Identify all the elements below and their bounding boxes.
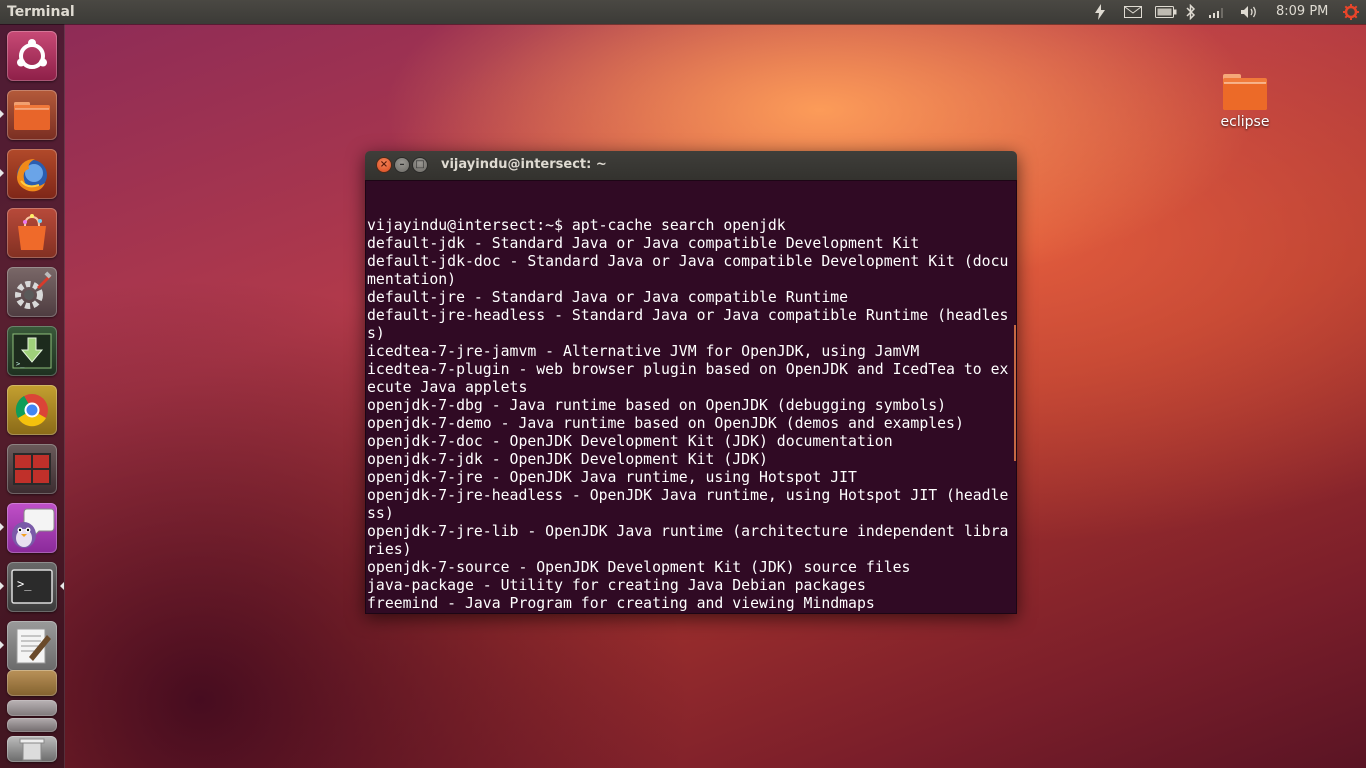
terminal-line: ecute Java applets [367,379,528,396]
trash-icon[interactable] [7,736,57,762]
minimize-icon: – [399,159,405,170]
bluetooth-icon[interactable] [1183,0,1199,24]
minimize-button[interactable]: – [395,158,409,172]
terminal-line: openjdk-7-source - OpenJDK Development K… [367,559,911,576]
system-settings-icon[interactable] [7,267,57,317]
stacked-icon[interactable] [7,718,57,732]
window-title: vijayindu@intersect: ~ [441,157,607,172]
network-icon[interactable] [1206,0,1228,24]
terminal-line: default-jre-headless - Standard Java or … [367,307,1009,324]
software-center-icon[interactable] [7,208,57,258]
terminal-line: java-package - Utility for creating Java… [367,577,866,594]
terminal-line: icedtea-7-plugin - web browser plugin ba… [367,361,1009,378]
desktop-icon-label: eclipse [1220,114,1270,130]
close-icon: × [379,159,389,170]
terminal-output[interactable]: vijayindu@intersect:~$ apt-cache search … [365,180,1017,614]
launcher: >_ >_ [0,24,65,768]
battery-icon[interactable] [1154,0,1178,24]
terminal-line: vijayindu@intersect:~$ apt-cache search … [367,217,786,234]
terminal-line: ries) [367,541,412,558]
terminal-lines: vijayindu@intersect:~$ apt-cache search … [367,217,1008,613]
terminal-line: openjdk-7-jre-headless - OpenJDK Java ru… [367,487,1009,504]
dash-home-icon[interactable] [7,31,57,81]
maximize-button[interactable]: □ [413,158,427,172]
terminal-line: openjdk-7-jre - OpenJDK Java runtime, us… [367,469,857,486]
terminal-line: openjdk-7-jre-lib - OpenJDK Java runtime… [367,523,1009,540]
active-indicator [60,582,64,590]
terminal-line: mentation) [367,271,457,288]
archive-icon[interactable] [7,670,57,696]
terminal-line: default-jdk-doc - Standard Java or Java … [367,253,1009,270]
terminal-line: openjdk-7-doc - OpenJDK Development Kit … [367,433,893,450]
running-indicator [0,169,4,177]
terminal-line: ss) [367,505,394,522]
terminal-line: s) [367,325,385,342]
terminal-line: openjdk-7-demo - Java runtime based on O… [367,415,964,432]
terminal-line: default-jre - Standard Java or Java comp… [367,289,849,306]
text-editor-icon[interactable] [7,621,57,671]
chrome-icon[interactable] [7,385,57,435]
session-gear-icon[interactable] [1340,0,1362,24]
mail-icon[interactable] [1122,0,1144,24]
workspace-switcher-icon[interactable] [7,444,57,494]
power-icon[interactable] [1090,0,1110,24]
terminal-line: icedtea-7-jre-jamvm - Alternative JVM fo… [367,343,920,360]
top-panel: Terminal 8:09 PM [0,0,1366,24]
firefox-icon[interactable] [7,149,57,199]
terminal-line: openjdk-7-jdk - OpenJDK Development Kit … [367,451,768,468]
terminal-line: default-jdk - Standard Java or Java comp… [367,235,920,252]
scrollbar[interactable] [1014,325,1016,461]
clock[interactable]: 8:09 PM [1276,0,1328,24]
window-titlebar[interactable]: × – □ vijayindu@intersect: ~ [365,151,1017,180]
running-indicator [0,523,4,531]
close-button[interactable]: × [377,158,391,172]
stacked-icon[interactable] [7,700,57,716]
desktop-icon-eclipse[interactable]: eclipse [1212,70,1278,130]
pidgin-icon[interactable] [7,503,57,553]
maximize-icon: □ [415,159,425,170]
svg-text:>_: >_ [17,577,32,591]
terminal-window[interactable]: × – □ vijayindu@intersect: ~ vijayindu@i… [365,151,1017,614]
folder-icon [1223,74,1267,110]
files-icon[interactable] [7,90,57,140]
running-indicator [0,110,4,118]
update-manager-icon[interactable]: >_ [7,326,57,376]
svg-text:>_: >_ [16,360,25,368]
running-indicator [0,641,4,649]
app-title: Terminal [7,4,75,20]
volume-icon[interactable] [1238,0,1262,24]
running-indicator [0,582,4,590]
terminal-line: freemind - Java Program for creating and… [367,595,875,612]
terminal-line: openjdk-7-dbg - Java runtime based on Op… [367,397,947,414]
terminal-icon[interactable]: >_ [7,562,57,612]
